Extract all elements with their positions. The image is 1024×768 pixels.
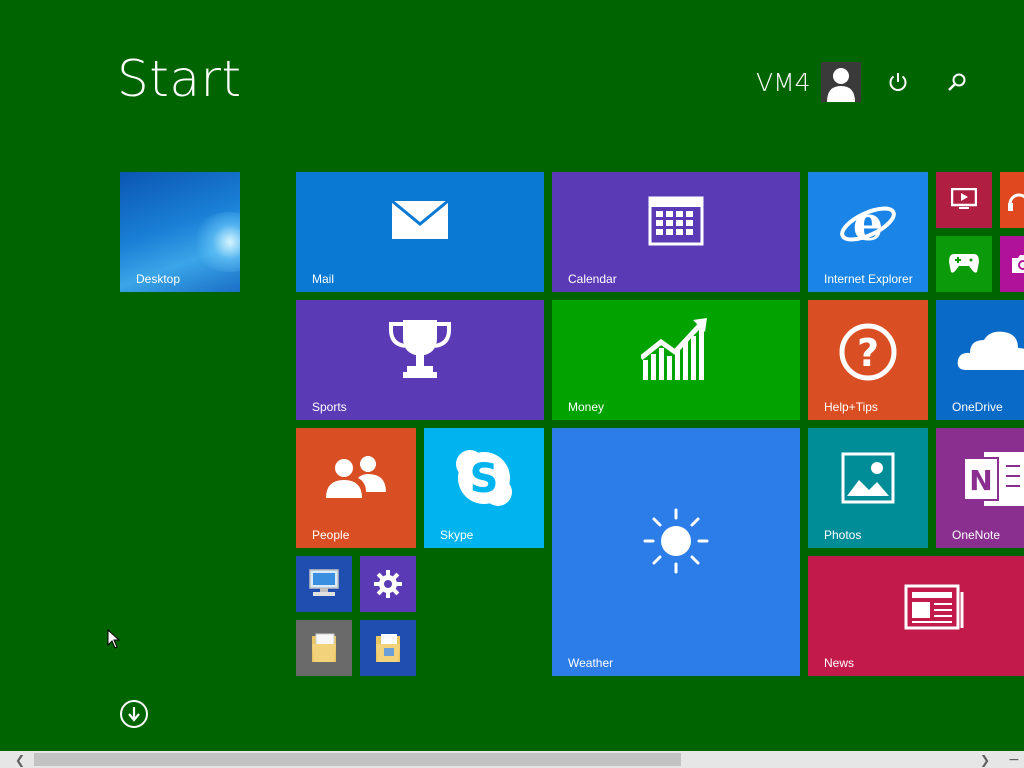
tile-video[interactable] [936, 172, 992, 228]
tile-news[interactable]: News [808, 556, 1024, 676]
tile-label: Internet Explorer [824, 272, 913, 286]
skype-icon: S [456, 450, 512, 506]
tile-label: Mail [312, 272, 335, 286]
scroll-thumb[interactable] [34, 753, 681, 766]
tile-internet-explorer[interactable]: e Internet Explorer [808, 172, 928, 292]
help-icon: ? [839, 323, 897, 381]
svg-text:e: e [853, 196, 884, 252]
tile-onenote[interactable]: N OneNote [936, 428, 1024, 548]
tile-calendar[interactable]: Calendar [552, 172, 800, 292]
tile-label: News [824, 656, 855, 670]
tile-desktop[interactable]: Desktop [120, 172, 240, 292]
tile-help-tips[interactable]: ? Help+Tips [808, 300, 928, 420]
camera-icon [1012, 255, 1024, 273]
page-title: Start [117, 50, 242, 108]
tile-label: Calendar [568, 272, 617, 286]
tile-mail[interactable]: Mail [296, 172, 544, 292]
tile-sports[interactable]: Sports [296, 300, 544, 420]
photos-icon [841, 452, 895, 504]
video-icon [951, 188, 977, 209]
tile-music[interactable] [1000, 172, 1024, 228]
sun-icon [643, 508, 709, 574]
money-chart-icon [641, 318, 707, 380]
documents-folder-icon [376, 634, 400, 662]
tile-money[interactable]: Money [552, 300, 800, 420]
search-icon [948, 73, 966, 91]
zoom-out-button[interactable]: − [1004, 751, 1024, 768]
tile-camera[interactable] [1000, 236, 1024, 292]
user-name[interactable]: VM4 [756, 68, 811, 97]
user-avatar-icon[interactable] [820, 62, 861, 102]
arrow-down-icon [128, 707, 140, 722]
people-icon [326, 456, 386, 498]
scroll-right-arrow[interactable]: ❯ [975, 751, 995, 768]
tile-label: Desktop [136, 272, 181, 286]
tile-label: Help+Tips [824, 400, 878, 414]
svg-text:N: N [969, 464, 992, 497]
trophy-icon [389, 320, 451, 378]
scroll-left-arrow[interactable]: ❮ [10, 751, 30, 768]
tile-documents[interactable] [360, 620, 416, 676]
tile-label: Sports [312, 400, 347, 414]
tile-this-pc[interactable] [296, 556, 352, 612]
tile-label: OneDrive [952, 400, 1003, 414]
svg-text:?: ? [857, 331, 879, 375]
svg-text:S: S [470, 456, 499, 502]
apps-view-button[interactable] [120, 700, 148, 728]
tile-people[interactable]: People [296, 428, 416, 548]
onenote-icon: N [963, 452, 1024, 506]
tile-weather[interactable]: Weather [552, 428, 800, 676]
tile-label: OneNote [952, 528, 1001, 542]
settings-icon [374, 570, 402, 598]
tile-photos[interactable]: Photos [808, 428, 928, 548]
tile-label: Money [568, 400, 605, 414]
mail-icon [391, 200, 449, 239]
power-icon [889, 73, 907, 91]
file-explorer-icon [312, 633, 336, 662]
tile-label: Weather [568, 656, 614, 670]
tile-label: People [312, 528, 350, 542]
tile-skype[interactable]: S Skype [424, 428, 544, 548]
cloud-icon [957, 331, 1024, 370]
search-button[interactable] [941, 66, 973, 98]
power-button[interactable] [882, 66, 914, 98]
news-icon [904, 584, 964, 630]
calendar-icon [648, 196, 704, 246]
tile-pc-settings[interactable] [360, 556, 416, 612]
internet-explorer-icon: e [840, 196, 896, 252]
tile-file-explorer[interactable] [296, 620, 352, 676]
games-icon [949, 254, 979, 273]
mouse-cursor [107, 628, 121, 653]
music-icon [1008, 193, 1024, 211]
user-account[interactable]: VM4 [756, 62, 861, 102]
tile-onedrive[interactable]: OneDrive [936, 300, 1024, 420]
tile-label: Skype [440, 528, 474, 542]
horizontal-scrollbar[interactable]: ❮ ❯ − [0, 751, 1024, 768]
tile-label: Photos [824, 528, 862, 542]
computer-icon [309, 569, 339, 596]
tile-games[interactable] [936, 236, 992, 292]
